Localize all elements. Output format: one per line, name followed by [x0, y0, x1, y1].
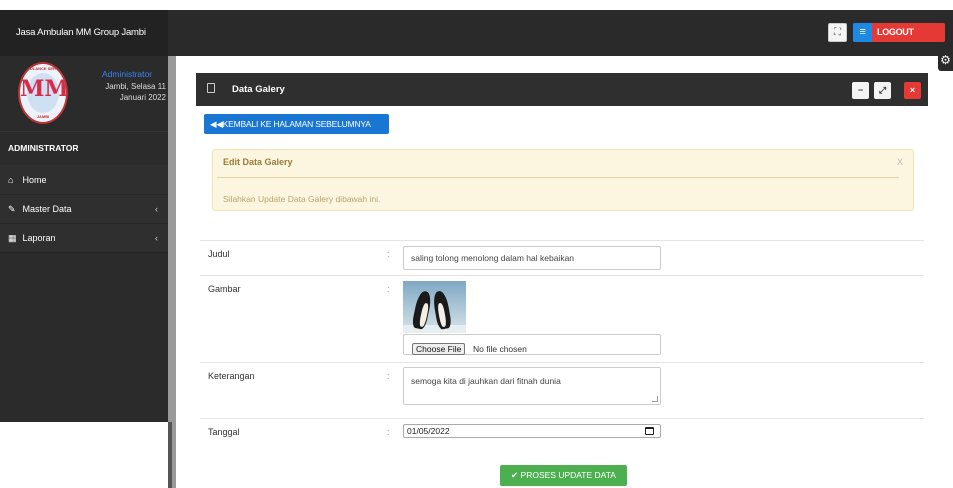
chevron-left-icon: ‹ [155, 233, 158, 243]
sidebar-item-master-data[interactable]: ✎ Master Data ‹ [0, 195, 168, 224]
tanggal-value: 01/05/2022 [407, 426, 450, 436]
form-divider [200, 275, 924, 276]
sidebar: AMBULANCE SERVICE MM JAMBI Administrator… [0, 56, 168, 422]
brand-title[interactable]: Jasa Ambulan MM Group Jambi [0, 10, 168, 56]
sidebar-item-label: Laporan [22, 233, 56, 243]
hamburger-icon: ≡ [853, 23, 872, 42]
keterangan-label: Keterangan [208, 371, 255, 381]
choose-file-button[interactable]: Choose File [412, 343, 466, 355]
top-navbar: Jasa Ambulan MM Group Jambi ⛶ ≡ LOGOUT [0, 10, 953, 56]
logo-letters: MM [20, 76, 68, 102]
sidebar-item-home[interactable]: ⌂ Home [0, 166, 168, 195]
form-divider [200, 240, 924, 241]
judul-input[interactable]: saling tolong menolong dalam hal kebaika… [403, 246, 661, 270]
tanggal-date-input[interactable]: 01/05/2022 [403, 424, 661, 438]
file-status: No file chosen [473, 344, 527, 354]
gear-icon: ⚙ [940, 53, 951, 67]
sidebar-item-laporan[interactable]: ▦ Laporan ‹ [0, 224, 168, 253]
tanggal-label: Tanggal [208, 427, 240, 437]
form-divider [200, 418, 924, 419]
settings-gear-button[interactable]: ⚙ [938, 49, 953, 71]
panel-title: Data Galery [232, 84, 285, 95]
panel-maximize-button[interactable]: ⤢ [874, 82, 891, 99]
chevron-left-icon: ‹ [155, 204, 158, 214]
back-button[interactable]: ◀◀KEMBALI KE HALAMAN SEBELUMNYA [204, 114, 389, 134]
keterangan-textarea[interactable]: semoga kita di jauhkan dari fitnah dunia [403, 367, 661, 405]
resize-handle-icon[interactable] [652, 396, 658, 402]
fullscreen-button[interactable]: ⛶ [828, 23, 847, 42]
user-panel: AMBULANCE SERVICE MM JAMBI Administrator… [0, 56, 168, 132]
edit-icon: ✎ [8, 204, 16, 214]
sidebar-item-label: Master Data [22, 204, 72, 214]
alert-divider [217, 177, 899, 178]
document-icon [207, 83, 215, 93]
gambar-label: Gambar [208, 284, 241, 294]
judul-label: Judul [208, 249, 230, 259]
sidebar-item-label: Home [22, 175, 47, 185]
logout-label: LOGOUT [877, 27, 914, 37]
calendar-icon[interactable] [645, 427, 654, 435]
user-date: Jambi, Selasa 11 Januari 2022 [105, 82, 166, 102]
sidebar-section-title: ADMINISTRATOR [0, 132, 168, 166]
company-logo: AMBULANCE SERVICE MM JAMBI [18, 62, 68, 124]
alert-close-button[interactable]: X [897, 157, 903, 167]
info-alert: Edit Data Galery X Silahkan Update Data … [212, 149, 914, 211]
calendar-icon: ▦ [8, 233, 17, 243]
user-role: Administrator [102, 69, 153, 79]
home-icon: ⌂ [8, 175, 14, 185]
form-divider [200, 362, 924, 363]
logo-bottom-text: JAMBI [36, 114, 50, 119]
colon: : [387, 249, 390, 259]
panel-close-button[interactable]: × [904, 82, 921, 99]
alert-message: Silahkan Update Data Galery dibawah ini. [223, 194, 381, 204]
keterangan-value: semoga kita di jauhkan dari fitnah dunia [411, 376, 561, 386]
submit-update-button[interactable]: ✔ PROSES UPDATE DATA [500, 465, 627, 486]
panel-minimize-button[interactable]: − [852, 82, 869, 99]
logo-ring-text: AMBULANCE SERVICE [20, 66, 66, 71]
colon: : [387, 371, 390, 381]
alert-title: Edit Data Galery [223, 157, 293, 167]
gallery-image-preview [403, 281, 466, 333]
content-rail-dark [168, 422, 172, 488]
panel-header: Data Galery − ⤢ × [196, 73, 928, 106]
expand-icon: ⛶ [834, 27, 841, 38]
colon: : [387, 284, 390, 294]
logout-button[interactable]: ≡ LOGOUT [853, 23, 945, 42]
file-input[interactable]: Choose File No file chosen [403, 334, 661, 355]
colon: : [387, 427, 390, 437]
